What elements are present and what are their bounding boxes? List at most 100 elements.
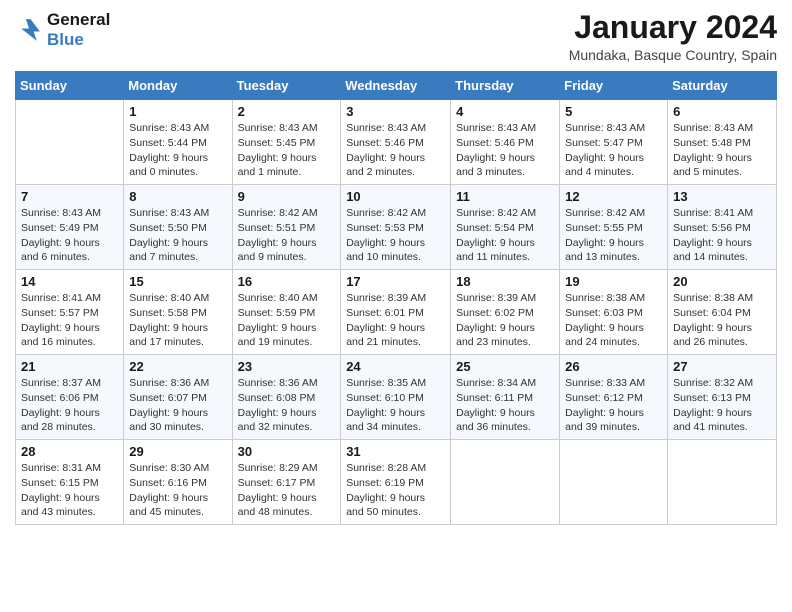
calendar-cell: 31 Sunrise: 8:28 AMSunset: 6:19 PMDayligh… <box>341 440 451 525</box>
day-header-tuesday: Tuesday <box>232 72 341 100</box>
day-number: 25 <box>456 359 554 374</box>
day-info: Sunrise: 8:41 AMSunset: 5:56 PMDaylight:… <box>673 206 771 265</box>
calendar-cell: 9 Sunrise: 8:42 AMSunset: 5:51 PMDaylight… <box>232 185 341 270</box>
day-number: 6 <box>673 104 771 119</box>
day-info: Sunrise: 8:37 AMSunset: 6:06 PMDaylight:… <box>21 376 118 435</box>
day-number: 22 <box>129 359 226 374</box>
day-number: 27 <box>673 359 771 374</box>
logo-icon <box>15 16 43 44</box>
day-info: Sunrise: 8:31 AMSunset: 6:15 PMDaylight:… <box>21 461 118 520</box>
day-header-saturday: Saturday <box>668 72 777 100</box>
day-info: Sunrise: 8:42 AMSunset: 5:54 PMDaylight:… <box>456 206 554 265</box>
calendar-cell: 11 Sunrise: 8:42 AMSunset: 5:54 PMDayligh… <box>451 185 560 270</box>
day-number: 20 <box>673 274 771 289</box>
calendar-cell: 8 Sunrise: 8:43 AMSunset: 5:50 PMDaylight… <box>124 185 232 270</box>
day-info: Sunrise: 8:42 AMSunset: 5:55 PMDaylight:… <box>565 206 662 265</box>
day-number: 26 <box>565 359 662 374</box>
day-number: 18 <box>456 274 554 289</box>
day-info: Sunrise: 8:29 AMSunset: 6:17 PMDaylight:… <box>238 461 336 520</box>
day-number: 10 <box>346 189 445 204</box>
day-info: Sunrise: 8:42 AMSunset: 5:53 PMDaylight:… <box>346 206 445 265</box>
day-header-wednesday: Wednesday <box>341 72 451 100</box>
calendar-cell: 18 Sunrise: 8:39 AMSunset: 6:02 PMDayligh… <box>451 270 560 355</box>
calendar-cell: 14Sunrise: 8:41 AMSunset: 5:57 PMDayligh… <box>16 270 124 355</box>
day-header-friday: Friday <box>560 72 668 100</box>
calendar-cell: 29Sunrise: 8:30 AMSunset: 6:16 PMDayligh… <box>124 440 232 525</box>
calendar-cell: 10 Sunrise: 8:42 AMSunset: 5:53 PMDayligh… <box>341 185 451 270</box>
calendar-cell <box>451 440 560 525</box>
calendar-cell <box>560 440 668 525</box>
calendar-cell: 3 Sunrise: 8:43 AMSunset: 5:46 PMDaylight… <box>341 100 451 185</box>
day-number: 16 <box>238 274 336 289</box>
calendar-cell: 7 Sunrise: 8:43 AMSunset: 5:49 PMDaylight… <box>16 185 124 270</box>
calendar-cell <box>16 100 124 185</box>
week-row-5: 28 Sunrise: 8:31 AMSunset: 6:15 PMDayligh… <box>16 440 777 525</box>
calendar-cell: 21 Sunrise: 8:37 AMSunset: 6:06 PMDayligh… <box>16 355 124 440</box>
calendar-cell: 16 Sunrise: 8:40 AMSunset: 5:59 PMDayligh… <box>232 270 341 355</box>
day-info: Sunrise: 8:35 AMSunset: 6:10 PMDaylight:… <box>346 376 445 435</box>
week-row-4: 21 Sunrise: 8:37 AMSunset: 6:06 PMDayligh… <box>16 355 777 440</box>
title-block: January 2024 Mundaka, Basque Country, Sp… <box>569 10 777 63</box>
calendar-cell: 1 Sunrise: 8:43 AMSunset: 5:44 PMDaylight… <box>124 100 232 185</box>
day-info: Sunrise: 8:42 AMSunset: 5:51 PMDaylight:… <box>238 206 336 265</box>
calendar-cell: 26 Sunrise: 8:33 AMSunset: 6:12 PMDayligh… <box>560 355 668 440</box>
calendar-cell: 12 Sunrise: 8:42 AMSunset: 5:55 PMDayligh… <box>560 185 668 270</box>
day-number: 17 <box>346 274 445 289</box>
day-info: Sunrise: 8:36 AMSunset: 6:08 PMDaylight:… <box>238 376 336 435</box>
day-info: Sunrise: 8:34 AMSunset: 6:11 PMDaylight:… <box>456 376 554 435</box>
calendar-cell: 17 Sunrise: 8:39 AMSunset: 6:01 PMDayligh… <box>341 270 451 355</box>
days-of-week-row: SundayMondayTuesdayWednesdayThursdayFrid… <box>16 72 777 100</box>
calendar-cell: 30 Sunrise: 8:29 AMSunset: 6:17 PMDayligh… <box>232 440 341 525</box>
day-number: 2 <box>238 104 336 119</box>
day-number: 29 <box>129 444 226 459</box>
day-info: Sunrise: 8:28 AMSunset: 6:19 PMDaylight:… <box>346 461 445 520</box>
day-info: Sunrise: 8:43 AMSunset: 5:45 PMDaylight:… <box>238 121 336 180</box>
day-number: 21 <box>21 359 118 374</box>
calendar-cell: 5Sunrise: 8:43 AMSunset: 5:47 PMDaylight… <box>560 100 668 185</box>
day-number: 7 <box>21 189 118 204</box>
month-title: January 2024 <box>569 10 777 45</box>
calendar-cell: 27Sunrise: 8:32 AMSunset: 6:13 PMDayligh… <box>668 355 777 440</box>
page-header: General Blue January 2024 Mundaka, Basqu… <box>15 10 777 63</box>
day-number: 9 <box>238 189 336 204</box>
day-number: 12 <box>565 189 662 204</box>
day-info: Sunrise: 8:43 AMSunset: 5:44 PMDaylight:… <box>129 121 226 180</box>
calendar-cell: 24 Sunrise: 8:35 AMSunset: 6:10 PMDayligh… <box>341 355 451 440</box>
day-info: Sunrise: 8:33 AMSunset: 6:12 PMDaylight:… <box>565 376 662 435</box>
day-info: Sunrise: 8:40 AMSunset: 5:58 PMDaylight:… <box>129 291 226 350</box>
day-number: 30 <box>238 444 336 459</box>
logo-text: General Blue <box>47 10 110 50</box>
day-info: Sunrise: 8:43 AMSunset: 5:46 PMDaylight:… <box>346 121 445 180</box>
day-number: 24 <box>346 359 445 374</box>
calendar-cell: 22Sunrise: 8:36 AMSunset: 6:07 PMDayligh… <box>124 355 232 440</box>
day-info: Sunrise: 8:38 AMSunset: 6:03 PMDaylight:… <box>565 291 662 350</box>
calendar-table: SundayMondayTuesdayWednesdayThursdayFrid… <box>15 71 777 525</box>
day-number: 4 <box>456 104 554 119</box>
day-number: 19 <box>565 274 662 289</box>
day-number: 31 <box>346 444 445 459</box>
day-info: Sunrise: 8:43 AMSunset: 5:49 PMDaylight:… <box>21 206 118 265</box>
calendar-cell: 6 Sunrise: 8:43 AMSunset: 5:48 PMDaylight… <box>668 100 777 185</box>
week-row-3: 14Sunrise: 8:41 AMSunset: 5:57 PMDayligh… <box>16 270 777 355</box>
calendar-cell: 2 Sunrise: 8:43 AMSunset: 5:45 PMDaylight… <box>232 100 341 185</box>
calendar-body: 1 Sunrise: 8:43 AMSunset: 5:44 PMDaylight… <box>16 100 777 525</box>
day-number: 28 <box>21 444 118 459</box>
calendar-header: SundayMondayTuesdayWednesdayThursdayFrid… <box>16 72 777 100</box>
day-info: Sunrise: 8:43 AMSunset: 5:50 PMDaylight:… <box>129 206 226 265</box>
day-info: Sunrise: 8:43 AMSunset: 5:48 PMDaylight:… <box>673 121 771 180</box>
day-number: 14 <box>21 274 118 289</box>
day-number: 8 <box>129 189 226 204</box>
day-header-thursday: Thursday <box>451 72 560 100</box>
day-info: Sunrise: 8:39 AMSunset: 6:01 PMDaylight:… <box>346 291 445 350</box>
day-number: 3 <box>346 104 445 119</box>
logo: General Blue <box>15 10 110 50</box>
day-number: 1 <box>129 104 226 119</box>
day-info: Sunrise: 8:39 AMSunset: 6:02 PMDaylight:… <box>456 291 554 350</box>
calendar-cell: 19 Sunrise: 8:38 AMSunset: 6:03 PMDayligh… <box>560 270 668 355</box>
day-info: Sunrise: 8:38 AMSunset: 6:04 PMDaylight:… <box>673 291 771 350</box>
week-row-1: 1 Sunrise: 8:43 AMSunset: 5:44 PMDaylight… <box>16 100 777 185</box>
day-number: 15 <box>129 274 226 289</box>
day-info: Sunrise: 8:40 AMSunset: 5:59 PMDaylight:… <box>238 291 336 350</box>
week-row-2: 7 Sunrise: 8:43 AMSunset: 5:49 PMDaylight… <box>16 185 777 270</box>
day-number: 11 <box>456 189 554 204</box>
